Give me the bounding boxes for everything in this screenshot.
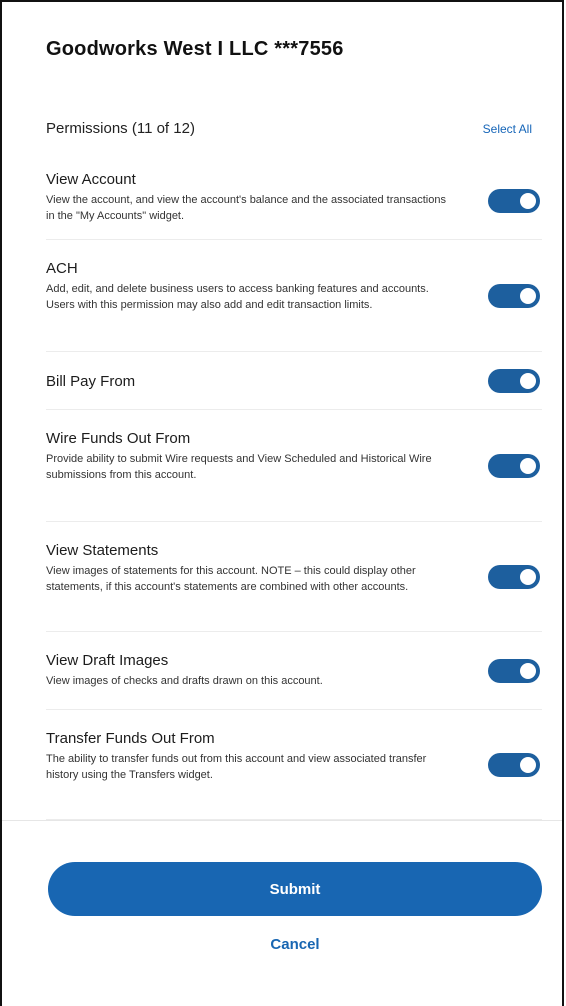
permission-name: Wire Funds Out From	[46, 430, 191, 447]
submit-button[interactable]: Submit	[48, 862, 542, 916]
permissions-list: View Account View the account, and view …	[2, 162, 562, 820]
permission-row-view-account: View Account View the account, and view …	[46, 162, 542, 240]
permissions-header: Permissions (11 of 12) Select All	[46, 120, 532, 137]
transfer-funds-out-from-toggle[interactable]	[488, 752, 540, 777]
permission-description: View images of statements for this accou…	[46, 565, 416, 593]
account-title: Goodworks West I LLC ***7556	[46, 38, 344, 60]
permission-name: Bill Pay From	[46, 373, 136, 390]
permission-row-wire-funds-out-from: Wire Funds Out From Provide ability to s…	[46, 410, 542, 522]
permission-name: ACH	[46, 260, 78, 277]
view-draft-images-toggle[interactable]	[488, 658, 540, 683]
permission-name: View Statements	[46, 542, 159, 559]
permission-row-ach: ACH Add, edit, and delete business users…	[46, 240, 542, 352]
permission-description: View the account, and view the account's…	[46, 194, 446, 222]
footer-divider	[2, 820, 562, 821]
select-all-link[interactable]: Select All	[483, 122, 532, 136]
cancel-link[interactable]: Cancel	[2, 936, 566, 953]
toggle-knob	[520, 457, 536, 474]
permission-name: Transfer Funds Out From	[46, 730, 215, 747]
toggle-knob	[520, 568, 536, 585]
toggle-knob	[520, 372, 536, 389]
permission-name: View Account	[46, 171, 136, 188]
toggle-knob	[520, 756, 536, 773]
permissions-count: Permissions (11 of 12)	[46, 120, 195, 137]
permission-description: Add, edit, and delete business users to …	[46, 283, 429, 311]
permissions-panel: Goodworks West I LLC ***7556 Permissions…	[0, 0, 564, 1006]
permission-row-view-draft-images: View Draft Images View images of checks …	[46, 632, 542, 710]
permission-description: Provide ability to submit Wire requests …	[46, 453, 432, 481]
toggle-knob	[520, 287, 536, 304]
permission-description: The ability to transfer funds out from t…	[46, 753, 427, 781]
permission-name: View Draft Images	[46, 652, 169, 669]
wire-funds-out-from-toggle[interactable]	[488, 453, 540, 478]
toggle-knob	[520, 192, 536, 209]
toggle-knob	[520, 662, 536, 679]
bill-pay-from-toggle[interactable]	[488, 368, 540, 393]
permission-row-view-statements: View Statements View images of statement…	[46, 522, 542, 632]
permission-row-bill-pay-from: Bill Pay From	[46, 352, 542, 410]
view-statements-toggle[interactable]	[488, 564, 540, 589]
permission-description: View images of checks and drafts drawn o…	[46, 675, 323, 687]
permission-row-transfer-funds-out-from: Transfer Funds Out From The ability to t…	[46, 710, 542, 820]
view-account-toggle[interactable]	[488, 188, 540, 213]
ach-toggle[interactable]	[488, 283, 540, 308]
